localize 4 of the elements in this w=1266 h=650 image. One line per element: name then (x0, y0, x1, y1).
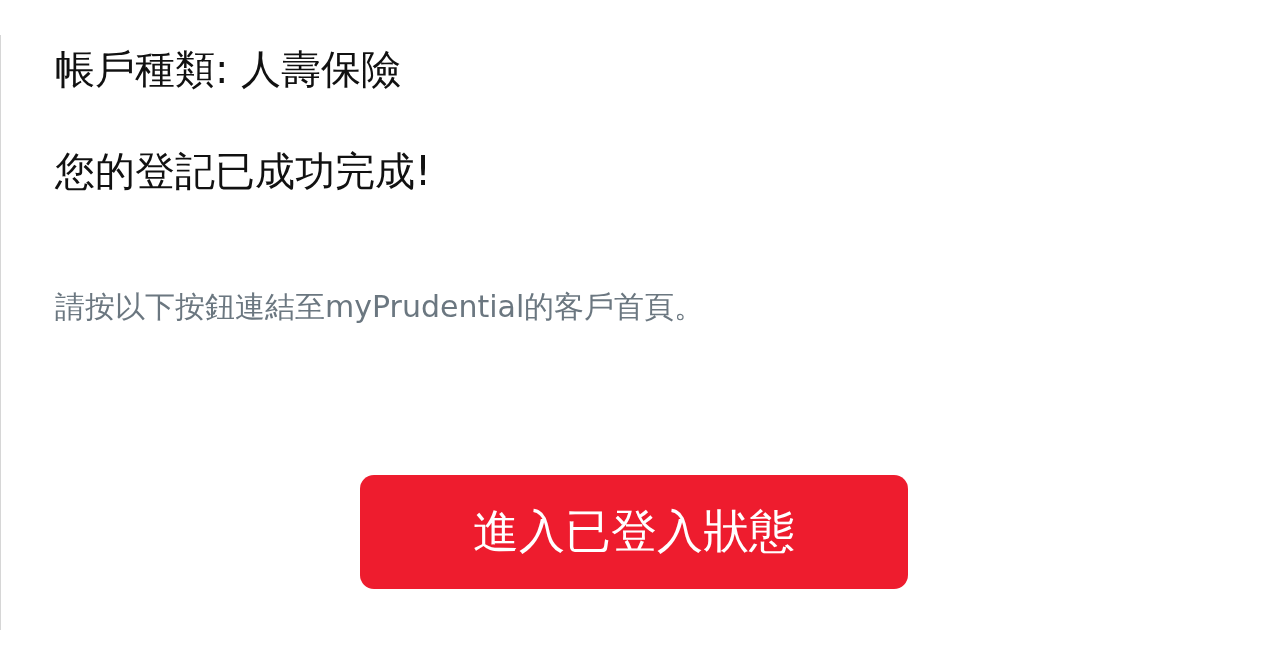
success-message: 您的登記已成功完成! (55, 147, 433, 195)
instruction-text: 請按以下按鈕連結至myPrudential的客戶首頁。 (55, 289, 706, 325)
account-type-label: 帳戶種類: 人壽保險 (55, 45, 403, 93)
login-button[interactable]: 進入已登入狀態 (360, 475, 908, 589)
